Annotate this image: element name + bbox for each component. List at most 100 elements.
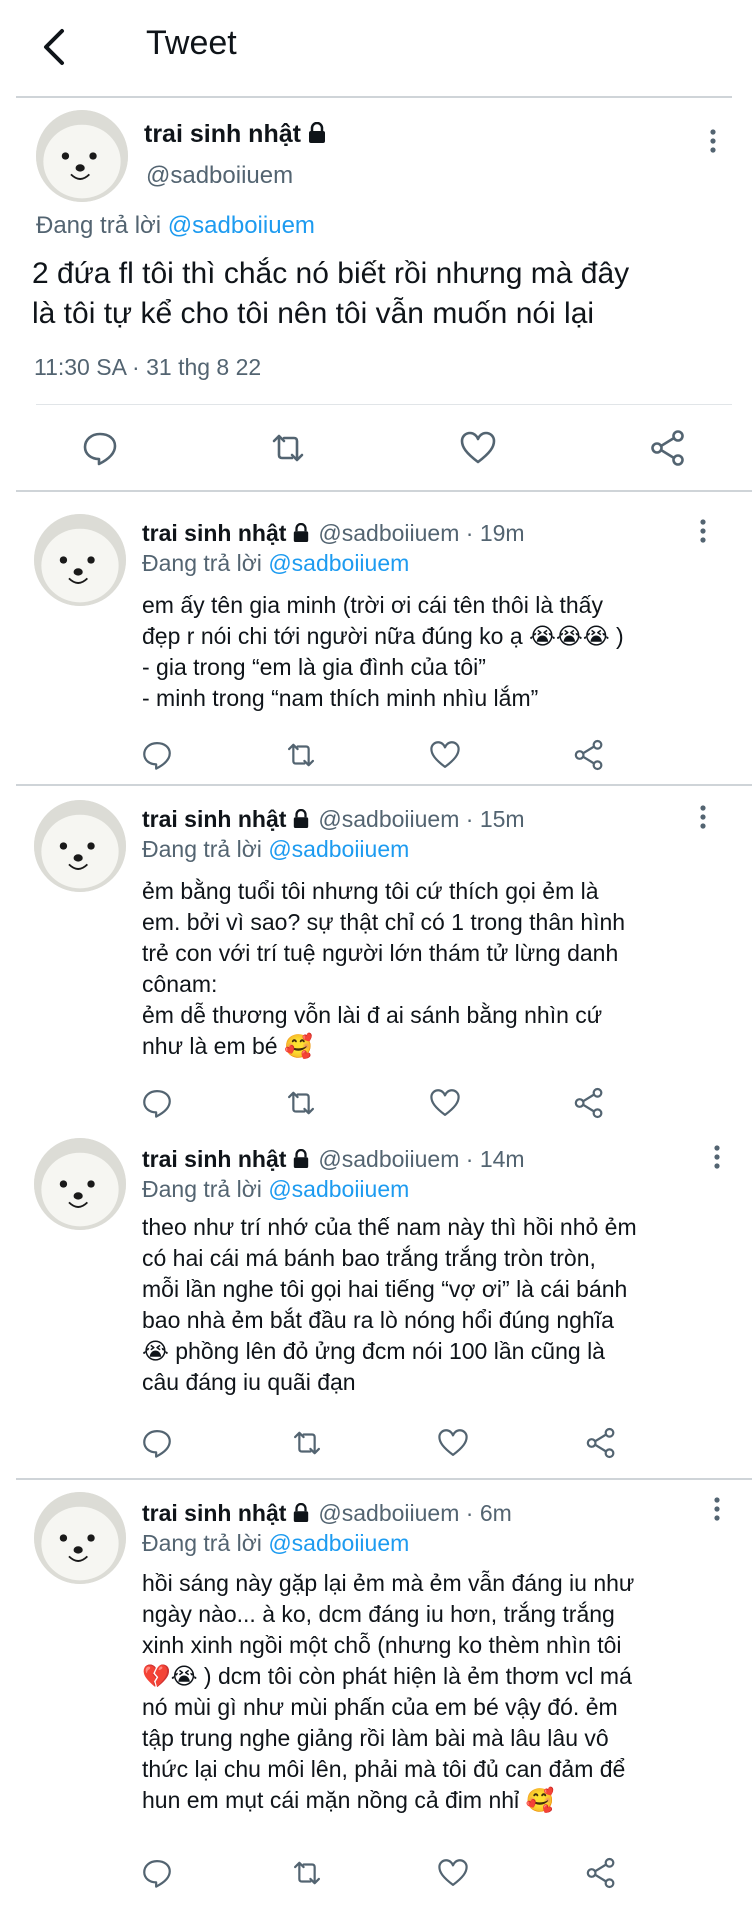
share-button[interactable] bbox=[648, 428, 688, 468]
share-icon bbox=[586, 1857, 615, 1889]
share-button[interactable] bbox=[584, 1856, 618, 1890]
retweet-button[interactable] bbox=[290, 1426, 324, 1460]
heart-icon bbox=[438, 1429, 468, 1457]
replying-to: Đang trả lời @sadboiiuem bbox=[142, 1530, 410, 1556]
chevron-left-icon bbox=[44, 29, 64, 65]
share-icon bbox=[586, 1427, 615, 1459]
replying-to-link[interactable]: @sadboiiuem bbox=[268, 836, 409, 862]
share-button[interactable] bbox=[572, 1086, 606, 1120]
reply-icon bbox=[143, 1859, 171, 1888]
stats-divider bbox=[36, 404, 732, 405]
replying-to: Đang trả lời @sadboiiuem bbox=[142, 550, 410, 576]
author-handle[interactable]: @sadboiiuem bbox=[146, 162, 293, 190]
handle-and-time: @sadboiiuem · 19m bbox=[318, 520, 525, 546]
lock-icon bbox=[294, 1149, 309, 1168]
like-button[interactable] bbox=[428, 1086, 462, 1120]
more-options-icon[interactable] bbox=[712, 1496, 722, 1522]
replying-to: Đang trả lời @sadboiiuem bbox=[142, 836, 410, 862]
heart-icon bbox=[430, 1089, 460, 1117]
replying-to: Đang trả lời @sadboiiuem bbox=[36, 212, 315, 239]
tweet-timestamp[interactable]: 11:30 SA · 31 thg 8 22 bbox=[34, 354, 261, 381]
retweet-button[interactable] bbox=[268, 428, 308, 468]
heart-icon bbox=[438, 1859, 468, 1887]
reply-text: theo như trí nhớ của thế nam này thì hồi… bbox=[142, 1214, 637, 1395]
retweet-button[interactable] bbox=[290, 1856, 324, 1890]
more-options-icon[interactable] bbox=[698, 804, 708, 830]
like-button[interactable] bbox=[436, 1856, 470, 1890]
header-divider bbox=[16, 96, 732, 98]
author-name[interactable]: trai sinh nhật @sadboiiuem · 15m bbox=[142, 806, 525, 833]
like-button[interactable] bbox=[436, 1426, 470, 1460]
avatar[interactable] bbox=[34, 1138, 126, 1230]
tweet-actions bbox=[0, 1856, 752, 1896]
more-options-icon[interactable] bbox=[698, 518, 708, 544]
share-button[interactable] bbox=[572, 738, 606, 772]
retweet-icon bbox=[293, 1431, 321, 1455]
tweet-divider bbox=[16, 784, 752, 786]
tweet-actions bbox=[0, 428, 752, 468]
retweet-button[interactable] bbox=[284, 738, 318, 772]
handle-and-time: @sadboiiuem · 6m bbox=[318, 1500, 512, 1526]
reply-button[interactable] bbox=[140, 1856, 174, 1890]
avatar[interactable] bbox=[34, 514, 126, 606]
share-button[interactable] bbox=[584, 1426, 618, 1460]
retweet-icon bbox=[293, 1861, 321, 1885]
reply-button[interactable] bbox=[140, 1086, 174, 1120]
retweet-icon bbox=[272, 434, 304, 462]
handle-and-time: @sadboiiuem · 15m bbox=[318, 806, 525, 832]
lock-icon bbox=[294, 1503, 309, 1522]
author-name[interactable]: trai sinh nhật bbox=[144, 120, 327, 149]
reply-icon bbox=[143, 1089, 171, 1118]
tweet-actions bbox=[0, 738, 752, 778]
avatar[interactable] bbox=[34, 800, 126, 892]
retweet-button[interactable] bbox=[284, 1086, 318, 1120]
tweet-actions bbox=[0, 1426, 752, 1466]
replying-to: Đang trả lời @sadboiiuem bbox=[142, 1176, 410, 1202]
reply-text: hồi sáng này gặp lại ẻm mà ẻm vẫn đáng i… bbox=[142, 1570, 635, 1813]
reply-button[interactable] bbox=[140, 1426, 174, 1460]
avatar[interactable] bbox=[36, 110, 128, 202]
reply-button[interactable] bbox=[140, 738, 174, 772]
handle-and-time: @sadboiiuem · 14m bbox=[318, 1146, 525, 1172]
tweet-actions bbox=[0, 1086, 752, 1126]
tweet-divider bbox=[16, 490, 752, 492]
dog-avatar-image bbox=[36, 110, 128, 202]
reply-text: em ấy tên gia minh (trời ơi cái tên thôi… bbox=[142, 592, 624, 711]
dog-avatar-image bbox=[34, 1492, 126, 1584]
share-icon bbox=[574, 1087, 603, 1119]
tweet-text: 2 đứa fl tôi thì chắc nó biết rồi nhưng … bbox=[32, 257, 630, 330]
more-options-icon[interactable] bbox=[712, 1144, 722, 1170]
heart-icon bbox=[430, 741, 460, 769]
replying-to-link[interactable]: @sadboiiuem bbox=[168, 212, 315, 239]
like-button[interactable] bbox=[428, 738, 462, 772]
more-options-icon[interactable] bbox=[708, 128, 718, 154]
retweet-icon bbox=[287, 1091, 315, 1115]
reply-text: ẻm bằng tuổi tôi nhưng tôi cứ thích gọi … bbox=[142, 878, 626, 1059]
author-name[interactable]: trai sinh nhật @sadboiiuem · 6m bbox=[142, 1500, 512, 1527]
reply-icon bbox=[143, 741, 171, 770]
replying-to-link[interactable]: @sadboiiuem bbox=[268, 550, 409, 576]
replying-to-link[interactable]: @sadboiiuem bbox=[268, 1176, 409, 1202]
reply-icon bbox=[143, 1429, 171, 1458]
dog-avatar-image bbox=[34, 514, 126, 606]
avatar[interactable] bbox=[34, 1492, 126, 1584]
reply-button[interactable] bbox=[80, 428, 120, 468]
tweet-divider bbox=[16, 1478, 752, 1480]
top-bar: Tweet bbox=[0, 0, 752, 96]
replying-to-link[interactable]: @sadboiiuem bbox=[268, 1530, 409, 1556]
like-button[interactable] bbox=[458, 428, 498, 468]
dog-avatar-image bbox=[34, 800, 126, 892]
page-title: Tweet bbox=[146, 24, 237, 62]
share-icon bbox=[574, 739, 603, 771]
lock-icon bbox=[294, 523, 309, 542]
author-name[interactable]: trai sinh nhật @sadboiiuem · 19m bbox=[142, 520, 525, 547]
share-icon bbox=[651, 430, 684, 466]
heart-icon bbox=[460, 431, 496, 464]
retweet-icon bbox=[287, 743, 315, 767]
lock-icon bbox=[308, 122, 325, 143]
reply-icon bbox=[83, 432, 117, 466]
lock-icon bbox=[294, 809, 309, 828]
dog-avatar-image bbox=[34, 1138, 126, 1230]
back-button[interactable] bbox=[36, 22, 76, 72]
author-name[interactable]: trai sinh nhật @sadboiiuem · 14m bbox=[142, 1146, 525, 1173]
